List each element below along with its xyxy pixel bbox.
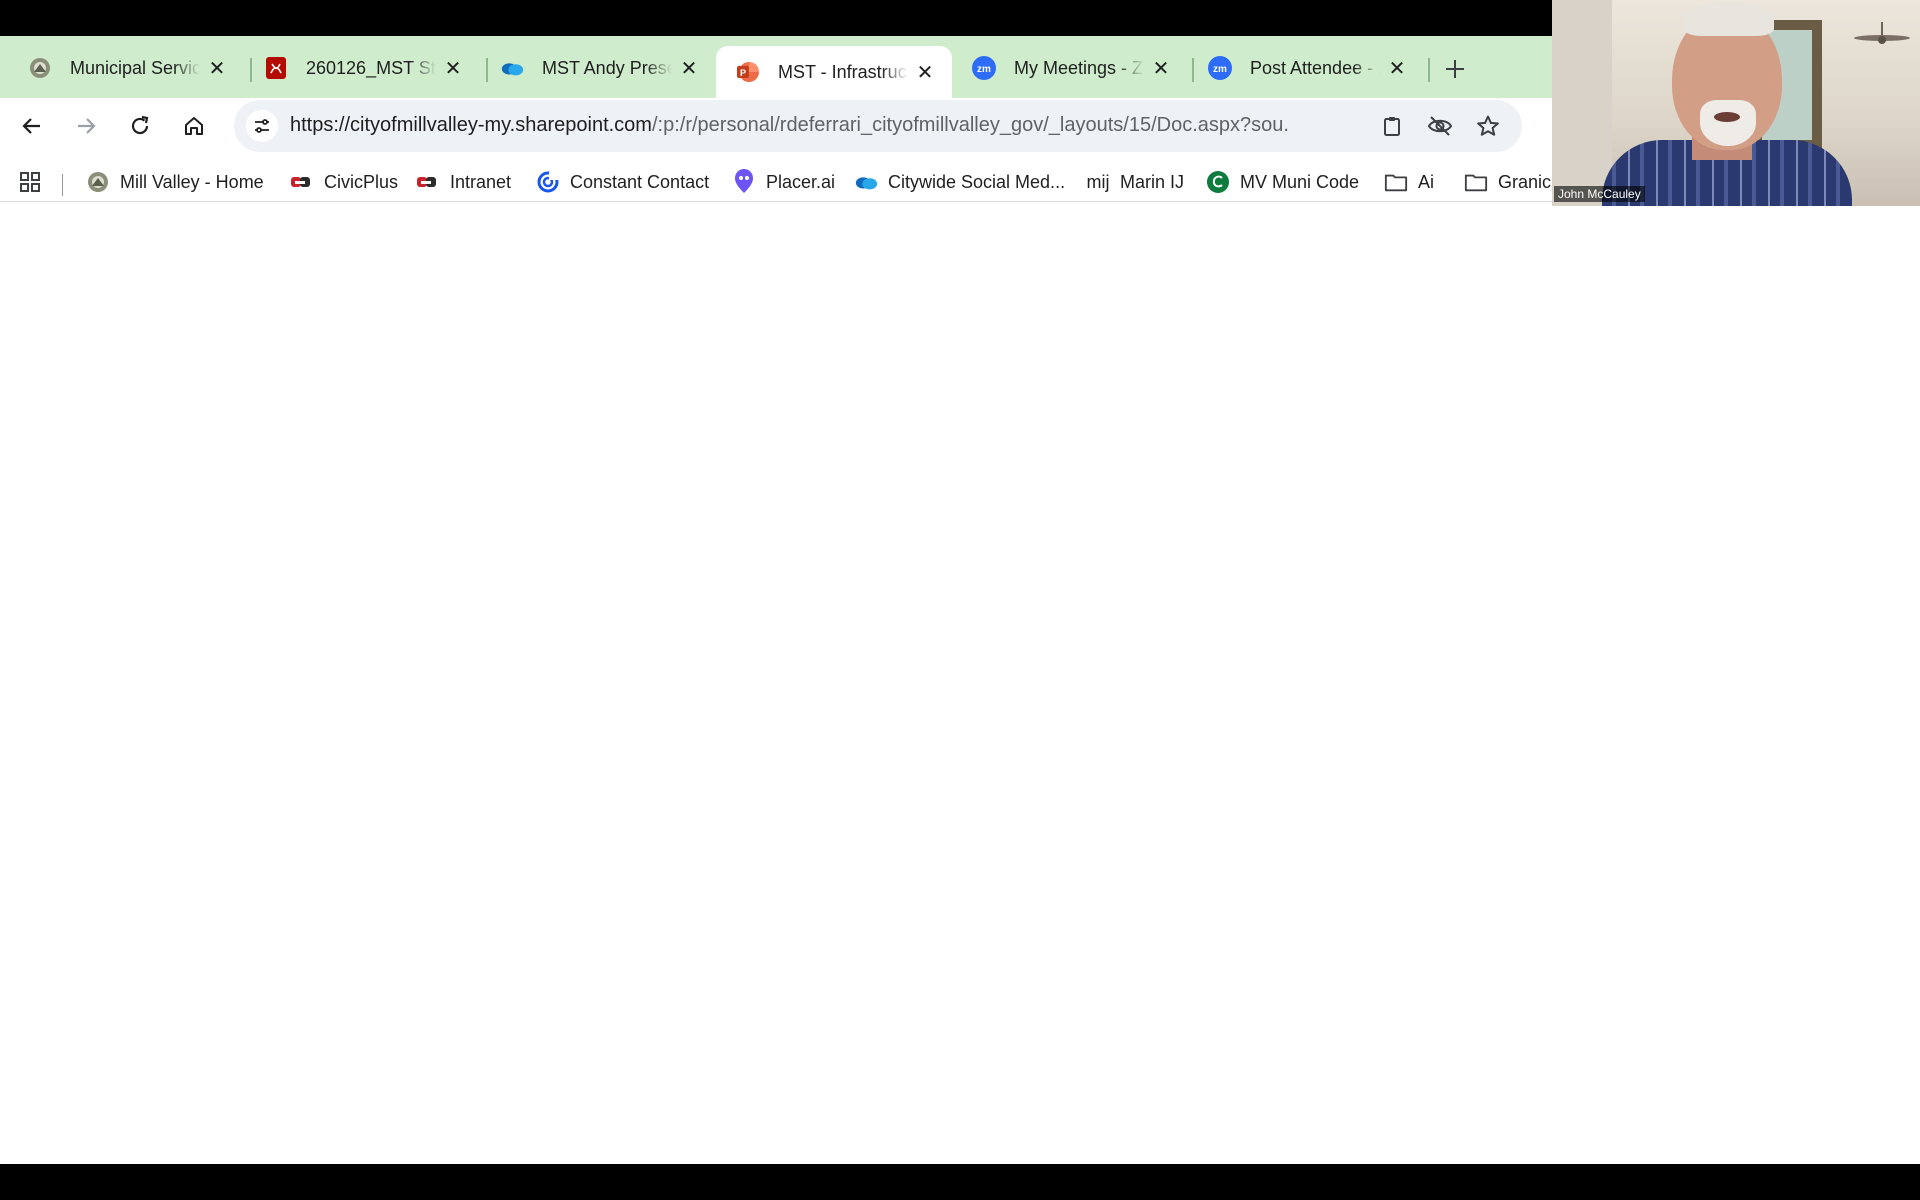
- url-host: https://cityofmillvalley-my.sharepoint.c…: [290, 114, 652, 136]
- reload-button[interactable]: [122, 108, 158, 144]
- participant-beard: [1700, 100, 1756, 146]
- screen: Municipal Services ✕ 260126_MST Study ✕ …: [0, 0, 1920, 1200]
- city-seal-icon: [28, 56, 52, 80]
- zoom-icon: zm: [972, 56, 996, 80]
- url-text[interactable]: https://cityofmillvalley-my.sharepoint.c…: [290, 114, 1290, 137]
- close-icon[interactable]: ✕: [678, 57, 700, 80]
- bookmark-folder-granicus[interactable]: Granic: [1464, 166, 1551, 198]
- tab-divider: [1428, 58, 1430, 82]
- address-bar[interactable]: https://cityofmillvalley-my.sharepoint.c…: [234, 100, 1522, 152]
- svg-text:zm: zm: [977, 64, 991, 75]
- svg-text:zm: zm: [1213, 64, 1227, 75]
- municode-icon: [1206, 170, 1230, 194]
- close-icon[interactable]: ✕: [1150, 57, 1172, 80]
- constant-contact-icon: [536, 170, 560, 194]
- powerpoint-icon: P: [736, 60, 760, 84]
- bookmark-placer-ai[interactable]: Placer.ai: [732, 166, 835, 198]
- tab-mst-andy-presentation[interactable]: MST Andy Presentation ✕: [480, 44, 716, 92]
- city-seal-icon: [86, 170, 110, 194]
- home-icon: [185, 117, 203, 135]
- plus-icon: [1446, 60, 1464, 78]
- tab-title: MST Andy Presentation: [542, 57, 672, 78]
- bookmark-label: Mill Valley - Home: [120, 171, 264, 192]
- bookmark-label: Ai: [1418, 171, 1435, 192]
- tab-title: Post Attendee - Zoom: [1250, 57, 1380, 78]
- tab-municipal-services[interactable]: Municipal Services ✕: [8, 44, 244, 92]
- tab-mst-infrastructure[interactable]: P MST - Infrastructure ✕: [716, 46, 952, 98]
- tab-post-attendee-zoom[interactable]: zm Post Attendee - Zoom ✕: [1188, 44, 1424, 92]
- marin-ij-icon: mij: [1086, 170, 1110, 194]
- tune-icon: [255, 119, 269, 133]
- svg-text:P: P: [740, 68, 746, 78]
- bookmark-constant-contact[interactable]: Constant Contact: [536, 166, 709, 198]
- participant-video[interactable]: John McCauley: [1552, 0, 1920, 206]
- forward-button[interactable]: [68, 108, 104, 144]
- bookmark-folder-ai[interactable]: Ai: [1384, 166, 1434, 198]
- bookmark-citywide-social-media[interactable]: Citywide Social Med...: [854, 166, 1065, 198]
- bookmark-mill-valley-home[interactable]: Mill Valley - Home: [86, 166, 264, 198]
- page-content: [0, 214, 1920, 1164]
- tab-my-meetings-zoom[interactable]: zm My Meetings - Zoom ✕: [952, 44, 1188, 92]
- pdf-icon: [264, 56, 288, 80]
- tab-mst-study-pdf[interactable]: 260126_MST Study ✕: [244, 44, 480, 92]
- url-path: /:p:/r/personal/rdeferrari_cityofmillval…: [651, 114, 1290, 136]
- background-wall: [1552, 0, 1612, 206]
- folder-icon: [1384, 170, 1408, 194]
- bookmark-label: Placer.ai: [766, 171, 836, 192]
- bookmark-marin-ij[interactable]: mij Marin IJ: [1086, 166, 1185, 198]
- close-icon[interactable]: ✕: [206, 57, 228, 80]
- close-icon[interactable]: ✕: [914, 61, 936, 84]
- tab-title: My Meetings - Zoom: [1014, 57, 1144, 78]
- site-info-button[interactable]: [246, 110, 278, 142]
- marin-ij-glyph: mij: [1086, 171, 1110, 192]
- eye-off-icon[interactable]: [1426, 112, 1454, 140]
- folder-icon: [1464, 170, 1488, 194]
- bookmark-intranet[interactable]: Intranet: [416, 166, 511, 198]
- participant-mouth: [1714, 112, 1740, 122]
- tab-title: Municipal Services: [70, 57, 200, 78]
- apps-grid-icon: [18, 170, 42, 194]
- bookmark-label: Constant Contact: [570, 171, 710, 192]
- bookmark-label: Granic: [1498, 171, 1552, 192]
- onedrive-icon: [854, 170, 878, 194]
- bookmark-label: CivicPlus: [324, 171, 399, 192]
- zoom-icon: zm: [1208, 56, 1232, 80]
- home-button[interactable]: [176, 108, 212, 144]
- arrow-left-icon: [22, 118, 40, 134]
- close-icon[interactable]: ✕: [442, 57, 464, 80]
- civicplus-icon: [416, 170, 440, 194]
- bookmark-label: Marin IJ: [1120, 171, 1185, 192]
- close-icon[interactable]: ✕: [1386, 57, 1408, 80]
- bookmark-label: Citywide Social Med...: [888, 171, 1066, 192]
- bookmark-civicplus[interactable]: CivicPlus: [290, 166, 398, 198]
- participant-hair: [1684, 2, 1774, 36]
- clipboard-icon[interactable]: [1378, 112, 1406, 140]
- civicplus-icon: [290, 170, 314, 194]
- bookmarks-divider: [62, 174, 63, 196]
- bookmark-star-icon[interactable]: [1474, 112, 1502, 140]
- new-tab-button[interactable]: [1440, 54, 1470, 84]
- reload-icon: [131, 115, 149, 135]
- apps-button[interactable]: [18, 166, 52, 198]
- ceiling-fan-icon: [1854, 22, 1910, 44]
- placer-icon: [732, 169, 756, 194]
- bookmark-mv-muni-code[interactable]: MV Muni Code: [1206, 166, 1359, 198]
- participant-name-label: John McCauley: [1554, 186, 1645, 202]
- back-button[interactable]: [14, 108, 50, 144]
- arrow-right-icon: [78, 118, 96, 134]
- tab-title: 260126_MST Study: [306, 57, 436, 78]
- bookmark-label: MV Muni Code: [1240, 171, 1360, 192]
- tab-title: MST - Infrastructure: [778, 61, 908, 82]
- onedrive-icon: [500, 56, 524, 80]
- bookmark-label: Intranet: [450, 171, 512, 192]
